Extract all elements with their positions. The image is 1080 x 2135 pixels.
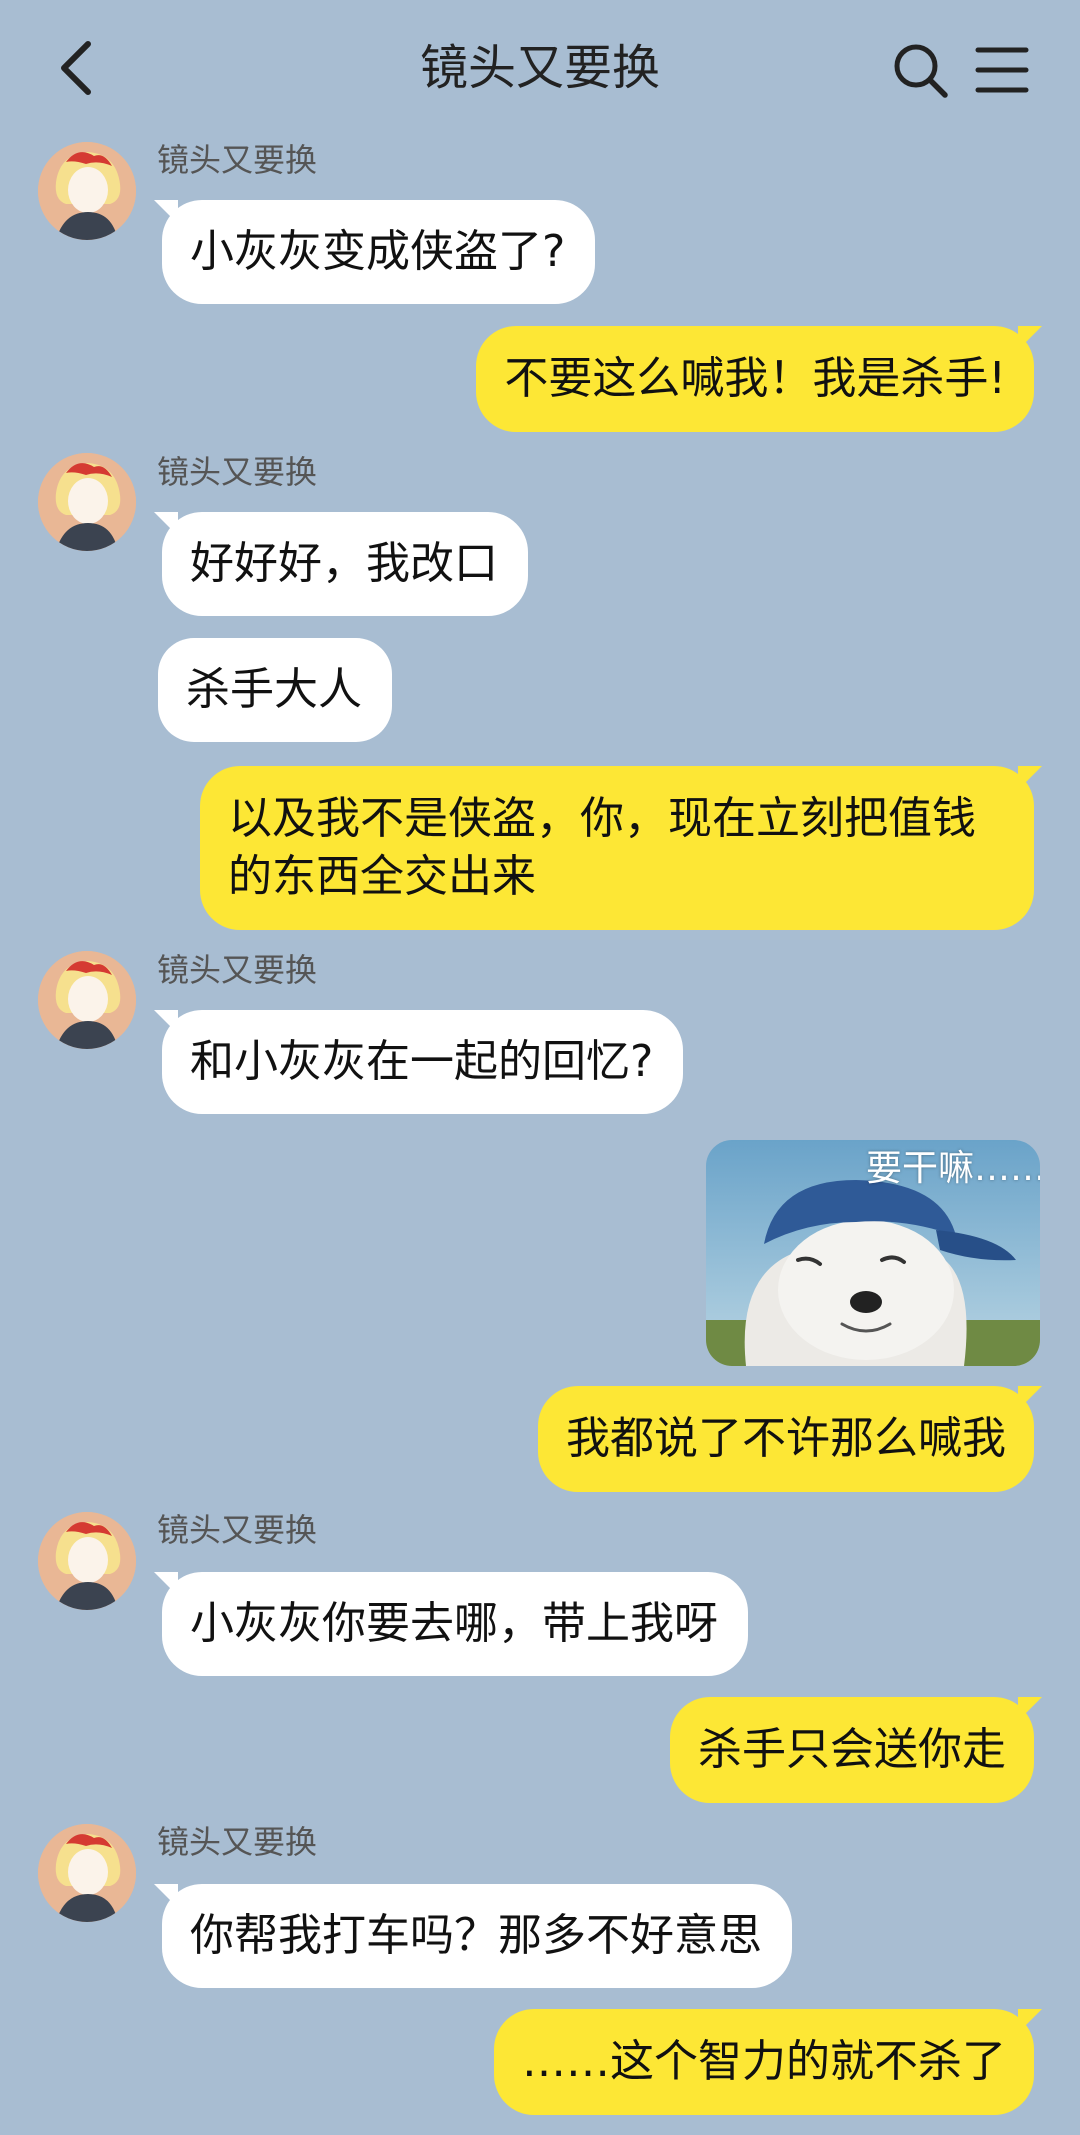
sender-name: 镜头又要换 (157, 453, 318, 491)
menu-button[interactable] (975, 44, 1029, 96)
message-text: 我都说了不许那么喊我 (566, 1413, 1006, 1464)
message-bubble-incoming[interactable]: 小灰灰你要去哪，带上我呀 (154, 1572, 748, 1676)
sender-name: 镜头又要换 (157, 1511, 318, 1549)
avatar[interactable] (38, 142, 136, 240)
avatar[interactable] (38, 951, 136, 1049)
message-bubble-incoming[interactable]: 和小灰灰在一起的回忆? (154, 1010, 684, 1114)
sender-name: 镜头又要换 (157, 1823, 318, 1861)
message-text: 小灰灰你要去哪，带上我呀 (190, 1598, 718, 1649)
message-bubble-incoming[interactable]: 杀手大人 (158, 638, 392, 742)
message-text: 以及我不是侠盗，你，现在立刻把值钱的东西全交出来 (228, 793, 976, 902)
search-button[interactable] (890, 40, 950, 100)
sender-name: 镜头又要换 (157, 951, 318, 989)
message-text: 和小灰灰在一起的回忆? (190, 1036, 654, 1087)
message-text: ……这个智力的就不杀了 (522, 2036, 1006, 2087)
search-icon (894, 44, 948, 98)
message-bubble-incoming[interactable]: 你帮我打车吗？那多不好意思 (154, 1884, 792, 1988)
sticker-image[interactable]: 要干嘛…… (706, 1140, 1040, 1366)
avatar[interactable] (38, 1512, 136, 1610)
message-text: 杀手大人 (186, 664, 362, 715)
message-text: 你帮我打车吗？那多不好意思 (190, 1910, 762, 1961)
message-bubble-incoming[interactable]: 好好好，我改口 (154, 512, 528, 616)
message-text: 好好好，我改口 (190, 538, 498, 589)
message-bubble-outgoing[interactable]: 不要这么喊我！我是杀手! (476, 326, 1042, 432)
avatar[interactable] (38, 453, 136, 551)
sticker-caption: 要干嘛…… (866, 1148, 1040, 1189)
message-bubble-outgoing[interactable]: ……这个智力的就不杀了 (494, 2009, 1042, 2115)
message-bubble-outgoing[interactable]: 杀手只会送你走 (670, 1697, 1042, 1803)
message-bubble-incoming[interactable]: 小灰灰变成侠盗了? (154, 200, 596, 304)
message-text: 杀手只会送你走 (698, 1724, 1006, 1775)
sender-name: 镜头又要换 (157, 141, 318, 179)
hamburger-menu-icon (975, 47, 1029, 93)
chat-header: 镜头又要换 (0, 0, 1080, 130)
message-bubble-outgoing[interactable]: 我都说了不许那么喊我 (538, 1386, 1042, 1492)
message-bubble-outgoing[interactable]: 以及我不是侠盗，你，现在立刻把值钱的东西全交出来 (200, 766, 1042, 930)
avatar[interactable] (38, 1824, 136, 1922)
message-text: 不要这么喊我！我是杀手! (504, 353, 1006, 404)
message-text: 小灰灰变成侠盗了? (190, 226, 566, 277)
